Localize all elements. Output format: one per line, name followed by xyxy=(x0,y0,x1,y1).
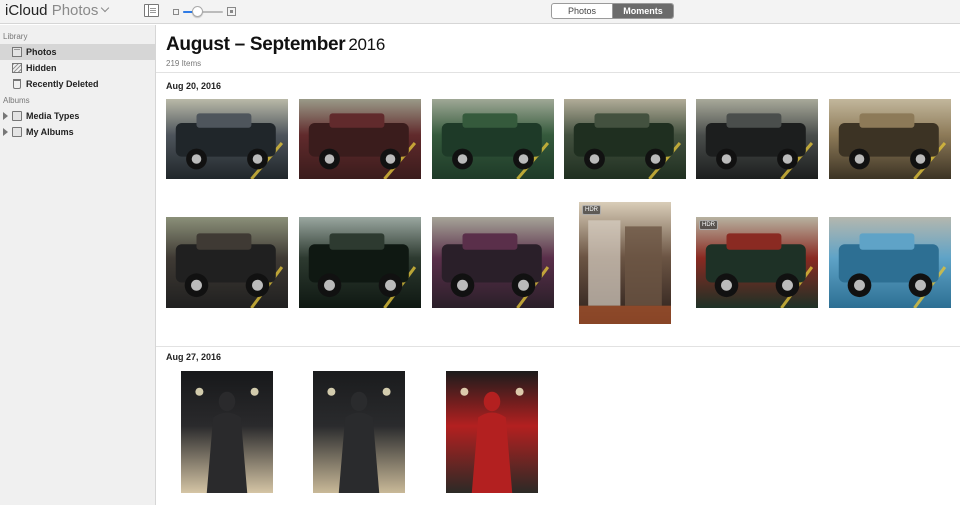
moments-view: August – September 2016 219 Items Aug 20,… xyxy=(156,25,960,505)
moment-date-heading: Aug 20, 2016 xyxy=(166,81,222,91)
car-engine-bay-image xyxy=(166,99,288,179)
sidebar-item-photos[interactable]: Photos xyxy=(0,44,155,60)
zoom-out-icon[interactable] xyxy=(173,9,179,15)
app-title-menu[interactable]: iCloud Photos xyxy=(5,2,110,19)
zoom-in-icon[interactable] xyxy=(227,7,236,16)
green-t-bucket-image xyxy=(564,99,686,179)
photo-thumbnail[interactable] xyxy=(166,217,288,308)
hdr-badge: HDR xyxy=(582,205,601,215)
disclosure-triangle-icon[interactable] xyxy=(3,128,8,136)
albums-heading: Albums xyxy=(3,96,30,105)
model-a-roadster-image xyxy=(829,99,951,179)
photo-thumbnail[interactable] xyxy=(446,371,538,493)
photo-thumbnail[interactable] xyxy=(299,217,421,308)
sidebar-item-label: Media Types xyxy=(26,111,80,121)
photo-thumbnail[interactable] xyxy=(829,217,951,308)
photo-thumbnail[interactable] xyxy=(432,99,554,179)
sidebar-item-my-albums[interactable]: My Albums xyxy=(0,124,155,140)
item-count: 219 Items xyxy=(166,59,202,68)
folder-icon xyxy=(12,127,22,137)
police-interceptor-image xyxy=(299,217,421,308)
top-bar: iCloud Photos Photos Moments xyxy=(0,0,960,24)
red-cloak-costume-image xyxy=(446,371,538,493)
chevron-down-icon xyxy=(101,3,110,13)
sidebar-item-media-types[interactable]: Media Types xyxy=(0,108,155,124)
photo-thumbnail[interactable] xyxy=(299,99,421,179)
photo-thumbnail[interactable]: HDR xyxy=(696,217,818,308)
green-roadster-interior-image xyxy=(696,217,818,308)
sidebar-item-label: Photos xyxy=(26,47,57,57)
header-divider xyxy=(156,72,960,73)
folder-icon xyxy=(12,111,22,121)
page-title-range: August – September xyxy=(166,34,346,55)
photo-thumbnail[interactable] xyxy=(181,371,273,493)
black-hotrod-image xyxy=(166,217,288,308)
sidebar-toggle-icon[interactable] xyxy=(144,4,159,17)
sidebar-item-recently-deleted[interactable]: Recently Deleted xyxy=(0,76,155,92)
trash-icon xyxy=(13,79,21,89)
sidebar-item-label: Recently Deleted xyxy=(26,79,99,89)
sidebar-item-label: My Albums xyxy=(26,127,74,137)
library-heading: Library xyxy=(3,32,28,41)
photo-thumbnail[interactable] xyxy=(564,99,686,179)
disclosure-triangle-icon[interactable] xyxy=(3,112,8,120)
photo-thumbnail[interactable] xyxy=(313,371,405,493)
photo-thumbnail[interactable] xyxy=(829,99,951,179)
photo-thumbnail[interactable] xyxy=(432,217,554,308)
photo-thumbnail[interactable] xyxy=(166,99,288,179)
zoom-slider-thumb[interactable] xyxy=(192,6,203,17)
borg-costume-side-image xyxy=(313,371,405,493)
view-switcher: Photos Moments xyxy=(551,3,674,19)
tab-moments[interactable]: Moments xyxy=(613,4,673,18)
borg-costume-front-image xyxy=(181,371,273,493)
photos-icon xyxy=(12,47,22,57)
moment-divider xyxy=(156,346,960,347)
blue-corvette-image xyxy=(829,217,951,308)
hdr-badge: HDR xyxy=(699,220,718,230)
sidebar: Library Photos Hidden Recently Deleted A… xyxy=(0,25,156,505)
app-brand: iCloud xyxy=(5,2,48,19)
green-hotrod-image xyxy=(432,99,554,179)
page-title-year: 2016 xyxy=(348,35,385,54)
photo-thumbnail[interactable]: HDR xyxy=(579,202,671,324)
sidebar-item-hidden[interactable]: Hidden xyxy=(0,60,155,76)
halloween-props-image xyxy=(579,202,671,324)
rat-rod-trailer-image xyxy=(432,217,554,308)
sidebar-item-label: Hidden xyxy=(26,63,57,73)
zoom-slider[interactable] xyxy=(183,11,223,13)
black-t-bucket-image xyxy=(696,99,818,179)
moment-date-heading: Aug 27, 2016 xyxy=(166,352,222,362)
photo-thumbnail[interactable] xyxy=(696,99,818,179)
app-section: Photos xyxy=(51,2,99,19)
page-title: August – September 2016 xyxy=(166,34,385,56)
vintage-taxi-image xyxy=(299,99,421,179)
tab-photos[interactable]: Photos xyxy=(552,4,613,18)
hidden-icon xyxy=(12,63,22,73)
